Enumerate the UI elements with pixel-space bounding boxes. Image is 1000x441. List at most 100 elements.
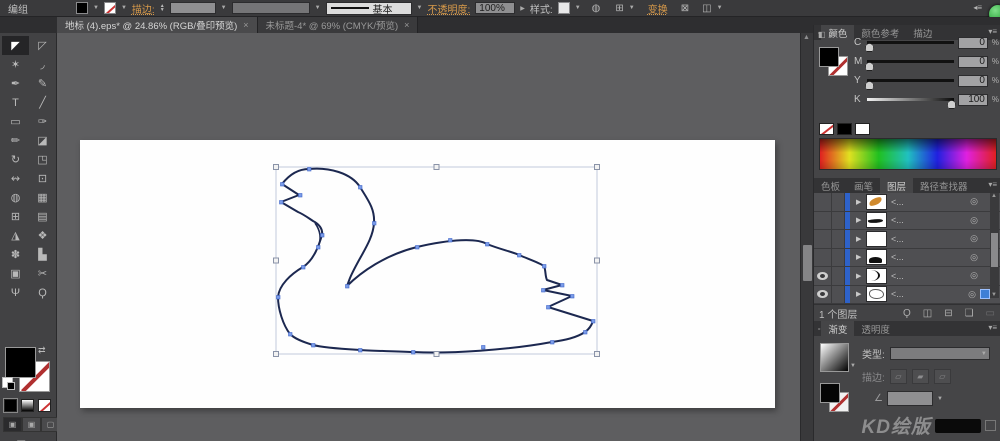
curvature-tool-icon[interactable]: ✎ — [29, 74, 56, 93]
target-circle-icon[interactable]: ◎ — [966, 270, 982, 281]
canvas-area[interactable] — [57, 33, 800, 441]
opacity-input[interactable]: 100% — [475, 2, 516, 14]
lock-toggle[interactable] — [832, 285, 845, 303]
scrollbar-thumb[interactable] — [803, 245, 812, 281]
layer-label[interactable]: <... — [887, 252, 966, 262]
opacity-link[interactable]: 不透明度: — [428, 1, 471, 16]
brush-definition-dropdown-icon[interactable]: ▼ — [417, 5, 423, 11]
transform-link[interactable]: 变换 — [648, 1, 668, 16]
paintbrush-tool-icon[interactable]: ✑ — [29, 112, 56, 131]
expand-triangle-icon[interactable]: ▶ — [856, 216, 866, 224]
cyan-slider[interactable] — [864, 41, 955, 52]
gradient-button[interactable] — [21, 399, 34, 412]
width-tool-icon[interactable]: ↭ — [2, 169, 29, 188]
layers-scroll-up-icon[interactable]: ▲ — [991, 193, 997, 199]
style-swatch[interactable] — [557, 2, 570, 14]
gradient-angle-dropdown-icon[interactable]: ▼ — [937, 396, 943, 402]
color-fill-stroke-proxy[interactable] — [819, 47, 849, 81]
target-circle-icon[interactable]: ◎ — [966, 233, 982, 244]
layer-row[interactable]: ▶ <... ◎ — [814, 267, 1000, 286]
layer-label[interactable]: <... — [887, 234, 966, 244]
eyedropper-tool-icon[interactable]: ◮ — [2, 226, 29, 245]
layers-scrollbar-thumb[interactable] — [991, 233, 998, 267]
tab-pathfinder[interactable]: 路径查找器 — [913, 178, 975, 193]
brush-definition-combo[interactable]: 基本 — [325, 1, 412, 16]
artboard-tool-icon[interactable]: ▣ — [2, 264, 29, 283]
locate-object-icon[interactable]: Ϙ — [903, 308, 911, 319]
arrange-icon[interactable]: ◫ — [702, 3, 711, 14]
expand-triangle-icon[interactable]: ▶ — [856, 235, 866, 243]
doc-tab-1[interactable]: 地标 (4).eps* @ 24.86% (RGB/叠印预览) × — [57, 17, 258, 33]
visibility-toggle[interactable] — [814, 211, 832, 229]
none-button[interactable] — [38, 399, 51, 412]
yellow-value-input[interactable]: 0 — [958, 74, 988, 87]
magenta-slider[interactable] — [864, 60, 955, 71]
eraser-tool-icon[interactable]: ◪ — [29, 131, 56, 150]
stroke-color-swatch[interactable] — [103, 2, 116, 14]
stroke-weight-dropdown-icon[interactable]: ▼ — [221, 5, 227, 11]
lasso-tool-icon[interactable]: ◞ — [29, 55, 56, 74]
layer-row[interactable]: ▶ <... ◎ — [814, 211, 1000, 230]
magic-wand-tool-icon[interactable]: ✶ — [2, 55, 29, 74]
new-sublayer-icon[interactable]: ⊟ — [944, 308, 952, 319]
symbol-sprayer-tool-icon[interactable]: ✽ — [2, 245, 29, 264]
gradient-preview-dropdown-icon[interactable]: ▼ — [850, 363, 856, 369]
black-slider[interactable] — [866, 98, 957, 109]
stroke-weight-combo[interactable] — [169, 2, 216, 14]
layer-label[interactable]: <... — [887, 289, 964, 299]
color-spectrum-bar[interactable] — [819, 138, 997, 170]
style-dropdown-icon[interactable]: ▼ — [575, 5, 581, 11]
column-graph-tool-icon[interactable]: ▙ — [29, 245, 56, 264]
black-value-input[interactable]: 100 — [958, 93, 988, 106]
blend-tool-icon[interactable]: ❖ — [29, 226, 56, 245]
cyan-value-input[interactable]: 0 — [958, 36, 988, 49]
new-layer-icon[interactable]: ❏ — [965, 308, 974, 319]
layer-thumbnail[interactable] — [866, 286, 887, 303]
tab-layers[interactable]: 图层 — [880, 178, 914, 193]
doc-tab-1-close-icon[interactable]: × — [243, 20, 248, 30]
doc-tab-2[interactable]: 未标题-4* @ 69% (CMYK/预览) × — [257, 17, 419, 33]
layers-scroll-down-icon[interactable]: ▼ — [991, 292, 997, 298]
layer-row[interactable]: ▶ <... ◎ — [814, 248, 1000, 267]
anchor-points[interactable] — [276, 167, 596, 355]
symbol-options-icon[interactable]: ⊞ — [615, 3, 623, 14]
scale-tool-icon[interactable]: ◳ — [29, 150, 56, 169]
visibility-toggle[interactable] — [814, 193, 832, 211]
swan-path[interactable] — [277, 167, 594, 354]
line-segment-tool-icon[interactable]: ╱ — [29, 93, 56, 112]
lock-toggle[interactable] — [832, 248, 845, 266]
black-swatch[interactable] — [837, 123, 852, 135]
variable-width-combo[interactable] — [231, 2, 310, 14]
scrollbar-up-icon[interactable]: ▲ — [803, 34, 810, 41]
color-button[interactable] — [3, 398, 18, 413]
layer-row[interactable]: ▶ <... ◎ — [814, 193, 1000, 212]
layer-row[interactable]: ▶ <... ◎ — [814, 230, 1000, 249]
opacity-dropdown-icon[interactable]: ▶ — [520, 5, 525, 12]
stroke-weight-stepper[interactable]: ▲ ▼ — [160, 4, 165, 13]
rectangle-tool-icon[interactable]: ▭ — [2, 112, 29, 131]
fill-dropdown-icon[interactable]: ▼ — [93, 5, 99, 11]
magenta-value-input[interactable]: 0 — [958, 55, 988, 68]
none-swatch[interactable] — [819, 123, 834, 135]
tab-swatches[interactable]: 色板 — [814, 178, 847, 193]
tab-transparency[interactable]: 透明度 — [854, 321, 897, 336]
rotate-tool-icon[interactable]: ↻ — [2, 150, 29, 169]
lock-toggle[interactable] — [832, 267, 845, 285]
layer-label[interactable]: <... — [887, 197, 966, 207]
visibility-toggle[interactable] — [814, 248, 832, 266]
hand-tool-icon[interactable]: Ψ — [2, 283, 29, 302]
target-circle-icon[interactable]: ◎ — [966, 215, 982, 226]
perspective-grid-tool-icon[interactable]: ▦ — [29, 188, 56, 207]
layer-thumbnail[interactable] — [866, 212, 887, 229]
symbol-options-dropdown-icon[interactable]: ▼ — [629, 5, 635, 11]
yellow-slider[interactable] — [864, 79, 955, 90]
shape-builder-tool-icon[interactable]: ◍ — [2, 188, 29, 207]
visibility-toggle[interactable] — [814, 285, 832, 303]
expand-triangle-icon[interactable]: ▶ — [856, 290, 866, 298]
doc-tab-2-close-icon[interactable]: × — [404, 20, 409, 30]
arrange-dropdown-icon[interactable]: ▼ — [717, 5, 723, 11]
stroke-dropdown-icon[interactable]: ▼ — [121, 5, 127, 11]
target-circle-icon[interactable]: ◎ — [966, 196, 982, 207]
variable-width-dropdown-icon[interactable]: ▼ — [315, 5, 321, 11]
lock-toggle[interactable] — [832, 211, 845, 229]
